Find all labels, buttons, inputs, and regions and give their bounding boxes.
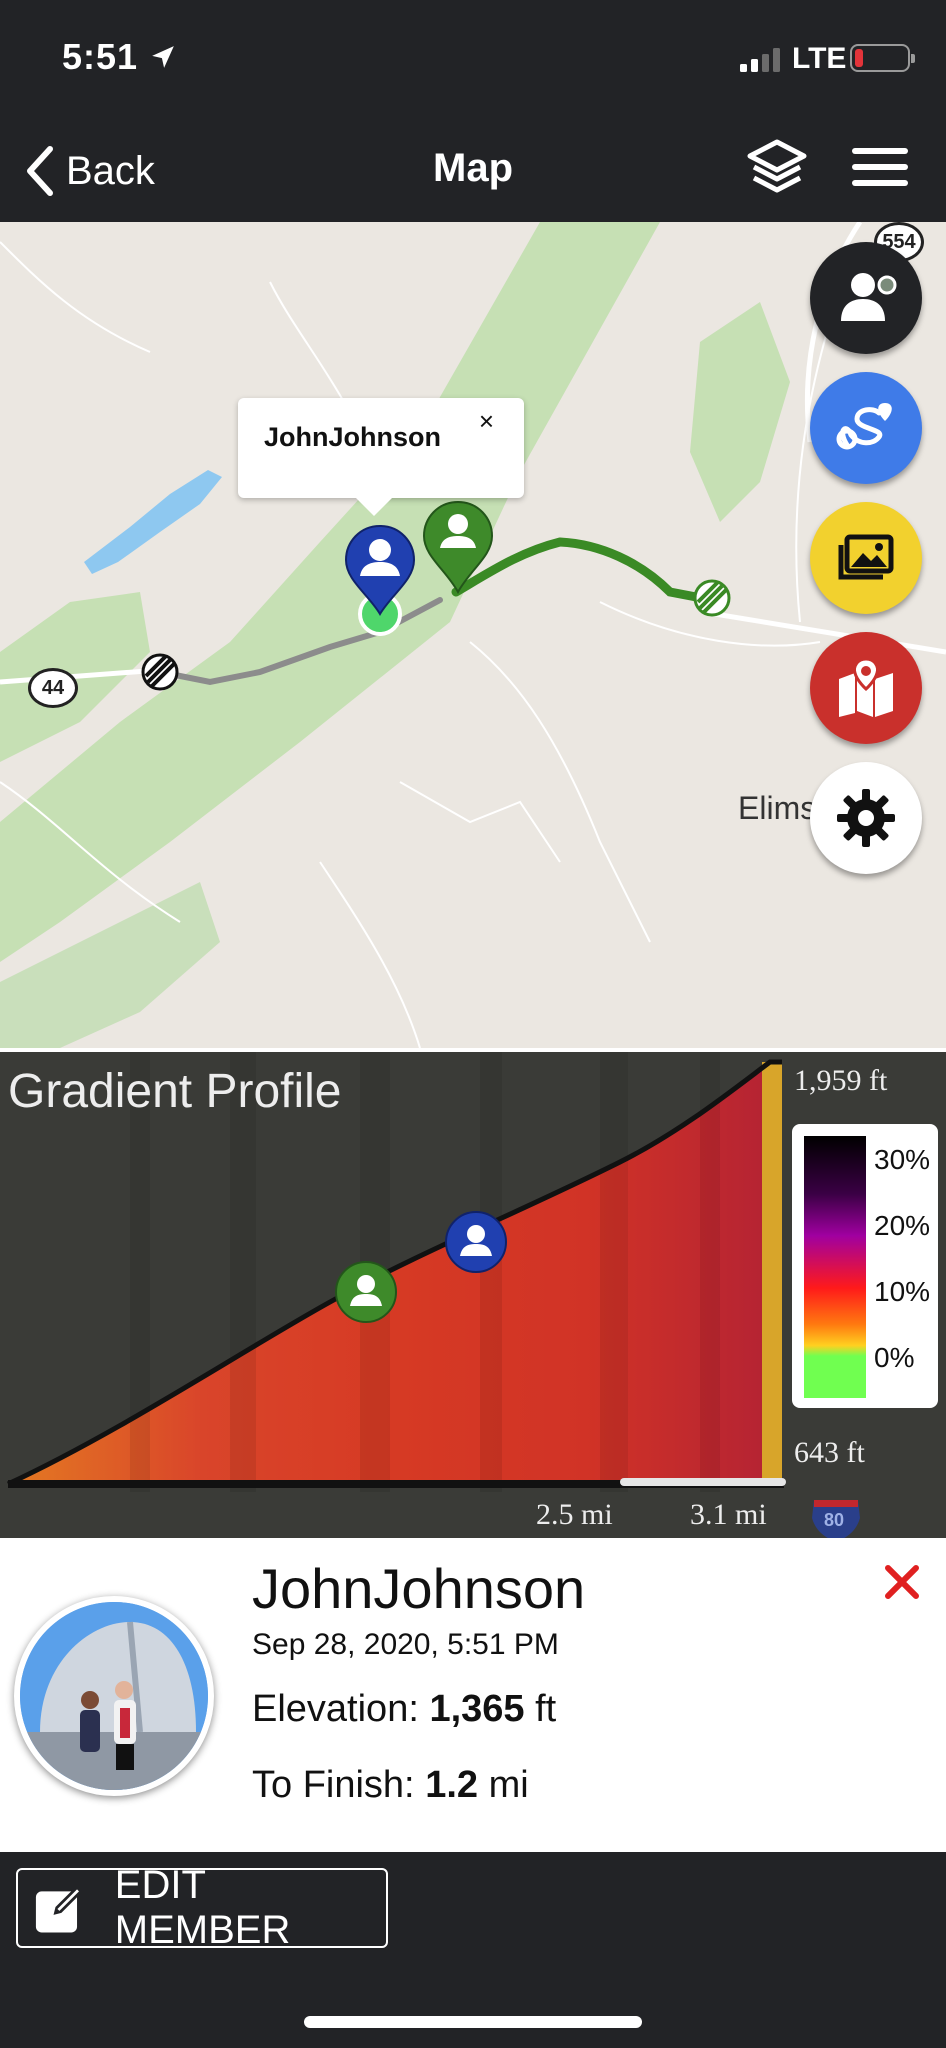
member-name: JohnJohnson bbox=[252, 1557, 586, 1620]
elevation-unit: ft bbox=[535, 1688, 557, 1730]
gradient-profile[interactable]: Gradient Profile 1,959 ft 643 ft 2.5 mi … bbox=[0, 1048, 946, 1538]
member-elevation: Elevation: 1,365 ft bbox=[252, 1688, 556, 1731]
member-icon bbox=[841, 273, 897, 321]
interstate-shield-label: 80 bbox=[824, 1510, 845, 1530]
status-bar: 5:51 LTE bbox=[0, 0, 946, 120]
nav-bar: Back Map bbox=[0, 120, 946, 222]
bottom-bar: EDIT MEMBER bbox=[0, 1852, 946, 2048]
members-button[interactable] bbox=[810, 242, 922, 354]
legend-label-0: 0% bbox=[874, 1342, 915, 1373]
edit-member-label: EDIT MEMBER bbox=[114, 1863, 291, 1952]
map-points-button[interactable] bbox=[810, 632, 922, 744]
member-datetime: Sep 28, 2020, 5:51 PM bbox=[252, 1628, 559, 1661]
signal-icon bbox=[740, 48, 780, 72]
route-button[interactable] bbox=[810, 372, 922, 484]
battery-icon bbox=[850, 44, 915, 72]
legend-label-30: 30% bbox=[874, 1144, 931, 1175]
member-to-finish: To Finish: 1.2 mi bbox=[252, 1764, 529, 1807]
hamburger-menu-icon[interactable] bbox=[852, 148, 908, 192]
status-time: 5:51 bbox=[62, 36, 139, 77]
location-arrow-icon bbox=[152, 46, 174, 68]
home-indicator bbox=[304, 2016, 642, 2028]
map-view[interactable]: 554 44 Elims JohnJohnson × bbox=[0, 222, 946, 1048]
network-label: LTE bbox=[792, 42, 847, 75]
min-elevation-label: 643 ft bbox=[794, 1436, 865, 1469]
avatar-photo bbox=[20, 1602, 208, 1790]
popup-member-name: JohnJohnson bbox=[264, 422, 441, 452]
avatar[interactable] bbox=[14, 1596, 214, 1796]
layers-icon[interactable] bbox=[744, 136, 810, 202]
member-card: JohnJohnson Sep 28, 2020, 5:51 PM Elevat… bbox=[0, 1538, 946, 1852]
member-popup[interactable]: JohnJohnson × bbox=[238, 398, 524, 516]
gallery-icon bbox=[838, 534, 894, 580]
gear-icon bbox=[837, 789, 895, 847]
finish-unit: mi bbox=[488, 1764, 529, 1806]
max-elevation-label: 1,959 ft bbox=[794, 1064, 888, 1097]
gradient-legend: 30% 20% 10% 0% bbox=[792, 1124, 938, 1408]
elevation-value: 1,365 bbox=[429, 1688, 525, 1730]
elevation-label: Elevation: bbox=[252, 1688, 419, 1730]
legend-label-10: 10% bbox=[874, 1276, 931, 1307]
close-icon[interactable] bbox=[882, 1562, 922, 1602]
map-pin-icon bbox=[839, 657, 893, 717]
edit-icon bbox=[35, 1885, 83, 1933]
legend-label-20: 20% bbox=[874, 1210, 931, 1241]
route-shield-44: 44 bbox=[28, 668, 78, 708]
profile-title: Gradient Profile bbox=[8, 1065, 342, 1118]
photos-button[interactable] bbox=[810, 502, 922, 614]
gradient-legend-bar bbox=[804, 1136, 866, 1398]
member-marker-blue[interactable] bbox=[344, 524, 416, 616]
finish-label: To Finish: bbox=[252, 1764, 415, 1806]
finish-value: 1.2 bbox=[425, 1764, 479, 1806]
member-marker-green[interactable] bbox=[422, 500, 494, 594]
battery-level bbox=[855, 49, 863, 67]
map-base bbox=[0, 222, 946, 1048]
route-icon bbox=[836, 403, 892, 450]
edit-member-button[interactable]: EDIT MEMBER bbox=[16, 1863, 388, 1952]
distance-label-start: 2.5 mi bbox=[536, 1498, 613, 1531]
popup-close-icon[interactable]: × bbox=[479, 406, 494, 437]
town-label: Elims bbox=[738, 790, 817, 826]
settings-button[interactable] bbox=[810, 762, 922, 874]
distance-label-end: 3.1 mi bbox=[690, 1498, 767, 1531]
